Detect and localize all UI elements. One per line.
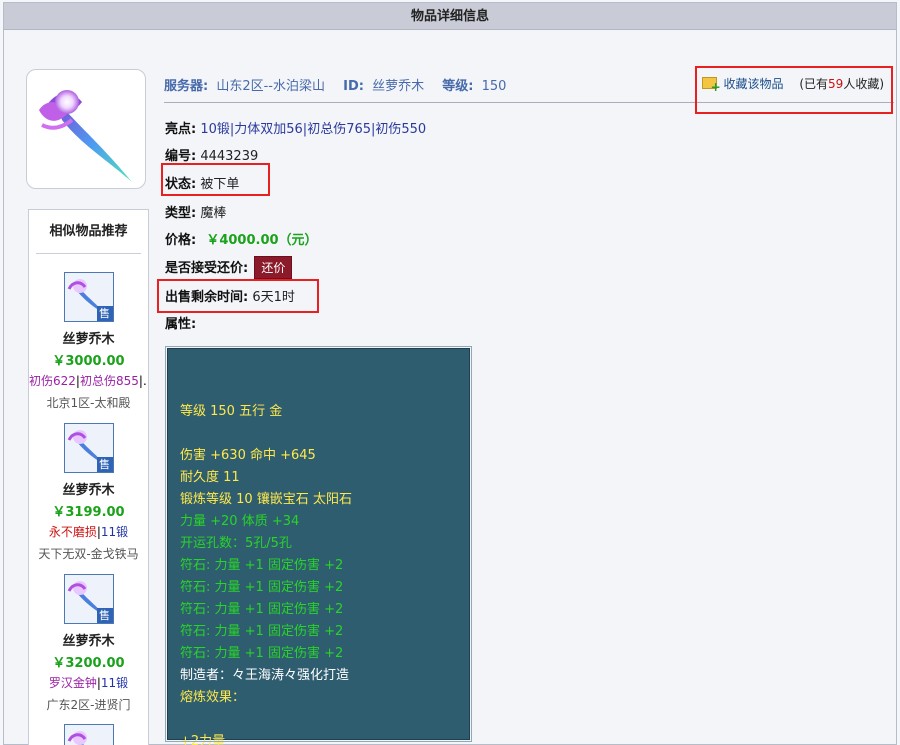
similar-item-price: ￥3199.00	[52, 505, 125, 520]
server-label: 服务器:	[164, 79, 209, 94]
counter-offer-button[interactable]: 还价	[254, 256, 293, 279]
attr-line: 力量 +20 体质 +34	[180, 514, 300, 529]
sell-badge: 售	[96, 608, 113, 623]
similar-item[interactable]: 售 丝萝乔木 ￥3199.00 永不磨损|11锻 天下无双-金戈铁马	[29, 423, 148, 562]
type-label: 类型:	[165, 206, 197, 221]
wand-icon	[39, 90, 132, 182]
id-value: 丝萝乔木	[372, 79, 425, 94]
similar-item-attrs: 罗汉金钟|11锻	[48, 676, 129, 690]
similar-item[interactable]: 售 丝萝乔木 ￥3000.00 初伤622|初总伤855|… 北京1区-太和殿	[29, 272, 148, 411]
id-label: ID:	[343, 79, 364, 94]
type-value: 魔棒	[200, 206, 227, 221]
similar-item-price: ￥3000.00	[52, 354, 125, 369]
attr-tag: 初总伤855	[79, 374, 139, 388]
time-highlight-box	[157, 279, 319, 313]
similar-item-server: 广东2区-进贤门	[46, 698, 131, 712]
status-highlight-box	[161, 163, 270, 196]
counter-offer-row: 是否接受还价: 还价	[165, 256, 293, 279]
favorite-highlight-box	[695, 66, 893, 114]
attr-line: 符石: 力量 +1 固定伤害 +2	[180, 558, 344, 573]
number-value: 4443239	[200, 149, 259, 164]
similar-item-attrs: 永不磨损|11锻	[48, 525, 129, 539]
attr-line	[180, 379, 457, 401]
price-row: 价格: ￥4000.00（元）	[165, 229, 318, 248]
attr-tag: 11锻	[100, 676, 129, 690]
level-value: 150	[481, 79, 507, 94]
sell-badge: 售	[96, 457, 113, 472]
attr-line: 符石: 力量 +1 固定伤害 +2	[180, 580, 344, 595]
highlight-label: 亮点:	[165, 122, 197, 137]
server-value: 山东2区--水泊梁山	[216, 79, 325, 94]
item-thumbnail[interactable]: 售	[63, 272, 114, 322]
item-thumbnail[interactable]: 售	[63, 574, 114, 624]
similar-item-server: 天下无双-金戈铁马	[38, 547, 139, 561]
page-title: 物品详细信息	[4, 3, 896, 30]
similar-items-panel: 相似物品推荐 售 丝萝乔木 ￥3000.00 初伤622|初总伤855|… 北京…	[28, 209, 149, 745]
similar-item[interactable]	[29, 724, 148, 745]
attr-tag: 罗汉金钟	[48, 676, 97, 690]
similar-items-title: 相似物品推荐	[36, 210, 141, 254]
similar-item-price: ￥3200.00	[52, 656, 125, 671]
similar-item[interactable]: 售 丝萝乔木 ￥3200.00 罗汉金钟|11锻 广东2区-进贤门	[29, 574, 148, 713]
attr-tag: 11锻	[100, 525, 129, 539]
attributes-label: 属性:	[165, 317, 197, 332]
attr-line	[180, 709, 457, 731]
attr-line: 熔炼效果：	[180, 690, 246, 705]
number-row: 编号: 4443239	[165, 145, 258, 164]
item-thumbnail[interactable]: 售	[63, 423, 114, 473]
level-label: 等级:	[442, 79, 474, 94]
highlight-value: 10锻|力体双加56|初总伤765|初伤550	[200, 122, 427, 137]
attr-line: +2力量	[180, 734, 226, 745]
attr-more: …	[143, 374, 148, 388]
number-label: 编号:	[165, 149, 197, 164]
attr-line: 等级 150 五行 金	[180, 404, 283, 419]
attr-line: 符石: 力量 +1 固定伤害 +2	[180, 624, 344, 639]
attr-line: 符石: 力量 +1 固定伤害 +2	[180, 602, 344, 617]
type-row: 类型: 魔棒	[165, 202, 226, 221]
item-thumbnail[interactable]	[63, 724, 114, 745]
similar-item-attrs: 初伤622|初总伤855|…	[29, 372, 148, 389]
attributes-panel: 等级 150 五行 金 伤害 +630 命中 +645 耐久度 11 锻炼等级 …	[165, 346, 472, 745]
attr-line: 锻炼等级 10 镶嵌宝石 太阳石	[180, 492, 352, 507]
attr-line: 开运孔数：5孔/5孔	[180, 536, 292, 551]
similar-item-name[interactable]: 丝萝乔木	[29, 479, 148, 498]
attr-tag: 永不磨损	[48, 525, 97, 539]
highlight-row: 亮点: 10锻|力体双加56|初总伤765|初伤550	[165, 118, 426, 137]
similar-item-server: 北京1区-太和殿	[46, 396, 131, 410]
similar-item-name[interactable]: 丝萝乔木	[29, 630, 148, 649]
attr-line: 伤害 +630 命中 +645	[180, 448, 316, 463]
similar-item-name[interactable]: 丝萝乔木	[29, 328, 148, 347]
item-image	[26, 69, 146, 189]
attr-line: 符石: 力量 +1 固定伤害 +2	[180, 646, 344, 661]
wand-icon	[67, 731, 87, 745]
attr-line: 制造者：々王海涛々强化打造	[180, 668, 350, 683]
sell-badge: 售	[96, 306, 113, 321]
price-label: 价格:	[165, 233, 197, 248]
price-value: ￥4000.00（元）	[206, 233, 318, 248]
counter-offer-label: 是否接受还价:	[165, 261, 249, 276]
attributes-row: 属性:	[165, 313, 196, 332]
attr-line: 耐久度 11	[180, 470, 240, 485]
attr-tag: 初伤622	[29, 374, 76, 388]
attr-line	[180, 423, 457, 445]
